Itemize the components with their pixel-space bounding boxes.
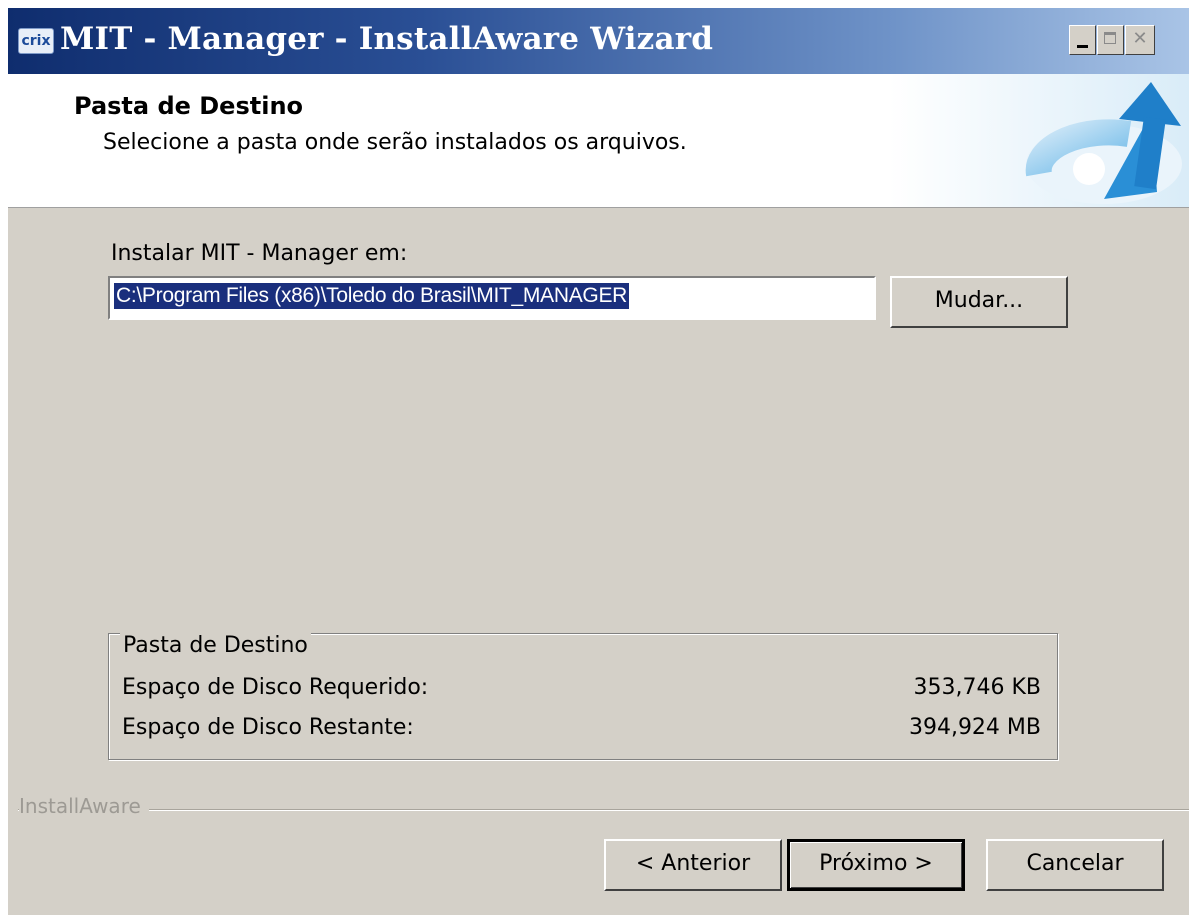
page-title: Pasta de Destino: [74, 92, 304, 120]
close-icon[interactable]: [1125, 25, 1155, 55]
remaining-space-value: 394,924 MB: [908, 715, 1041, 740]
required-space-label: Espaço de Disco Requerido:: [122, 675, 429, 700]
cancel-button[interactable]: Cancelar: [986, 839, 1164, 891]
window-title: MIT - Manager - InstallAware Wizard: [60, 21, 714, 57]
disk-space-group-title: Pasta de Destino: [120, 633, 311, 658]
maximize-icon[interactable]: [1097, 25, 1124, 55]
title-bar[interactable]: crix MIT - Manager - InstallAware Wizard: [8, 8, 1189, 74]
app-icon: crix: [18, 28, 54, 54]
wizard-header: Pasta de Destino Selecione a pasta onde …: [8, 74, 1189, 208]
page-subtitle: Selecione a pasta onde serão instalados …: [103, 130, 687, 155]
minimize-icon[interactable]: [1069, 25, 1096, 55]
remaining-space-label: Espaço de Disco Restante:: [122, 715, 414, 740]
footer-divider: [18, 809, 1189, 811]
browse-button[interactable]: Mudar...: [890, 276, 1068, 328]
next-button[interactable]: Próximo >: [787, 839, 965, 891]
install-folder-label: Instalar MIT - Manager em:: [111, 241, 408, 266]
installaware-brand: InstallAware: [19, 794, 149, 818]
installaware-arrow-logo: [889, 74, 1189, 207]
destination-path-field[interactable]: C:\Program Files (x86)\Toledo do Brasil\…: [108, 276, 876, 320]
installer-window: crix MIT - Manager - InstallAware Wizard…: [8, 8, 1189, 915]
back-button[interactable]: < Anterior: [604, 839, 782, 891]
destination-path-value[interactable]: C:\Program Files (x86)\Toledo do Brasil\…: [114, 283, 630, 309]
required-space-value: 353,746 KB: [913, 675, 1042, 700]
